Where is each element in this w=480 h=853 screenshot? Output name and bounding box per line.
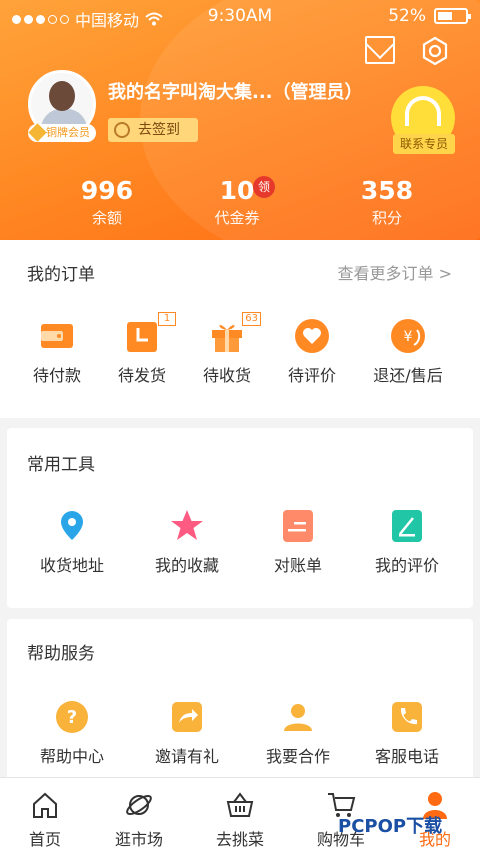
profile-header: 中国移动 9:30AM 52% 铜牌会员 我的名字叫淘大集...（管理员） 去签… xyxy=(0,0,480,240)
help-cooperate[interactable]: 我要合作 xyxy=(253,699,343,767)
svg-text:¥: ¥ xyxy=(404,329,413,345)
gift-icon: 63 xyxy=(209,312,261,354)
tools-title: 常用工具 xyxy=(27,455,95,475)
shipment-count-badge: 1 xyxy=(158,312,176,326)
wallet-icon xyxy=(39,318,75,354)
help-card: 帮助服务 ? 帮助中心 邀请有礼 我要合作 客服电话 xyxy=(7,619,473,789)
planet-icon xyxy=(124,790,154,820)
order-pending-review[interactable]: 待评价 xyxy=(267,318,357,386)
star-icon xyxy=(169,508,205,544)
check-icon xyxy=(114,122,130,138)
checkin-button[interactable]: 去签到 xyxy=(108,118,198,142)
refund-icon: ¥ xyxy=(390,318,426,354)
share-icon xyxy=(169,699,205,735)
tool-address[interactable]: 收货地址 xyxy=(27,508,117,576)
order-refund[interactable]: ¥ 退还/售后 xyxy=(363,318,453,386)
orders-section: 我的订单 查看更多订单 > 待付款 1 待发货 63 待收货 待评价 ¥ 退还/… xyxy=(0,240,480,418)
location-pin-icon xyxy=(54,508,90,544)
order-pending-receipt[interactable]: 63 待收货 xyxy=(182,312,272,386)
question-icon: ? xyxy=(54,699,90,735)
tab-home[interactable]: 首页 xyxy=(0,790,90,850)
status-bar: 中国移动 9:30AM 52% xyxy=(0,0,480,34)
order-pending-payment[interactable]: 待付款 xyxy=(12,318,102,386)
tool-my-reviews[interactable]: 我的评价 xyxy=(362,508,452,576)
edit-icon xyxy=(389,508,425,544)
watermark-logo: PCPOP下载 xyxy=(338,816,443,837)
phone-icon xyxy=(389,699,425,735)
svg-text:?: ? xyxy=(67,707,77,728)
clock-icon: 1 xyxy=(124,312,176,354)
view-more-orders-link[interactable]: 查看更多订单 > xyxy=(338,260,453,284)
points-stat[interactable]: 358 积分 xyxy=(347,176,427,228)
tab-pick-vegetables[interactable]: 去挑菜 xyxy=(195,790,285,850)
contact-agent-button[interactable]: 联系专员 xyxy=(393,134,455,154)
settings-icon[interactable] xyxy=(420,36,450,66)
battery-percent: 52% xyxy=(388,6,426,26)
receipt-count-badge: 63 xyxy=(242,312,261,326)
person-icon xyxy=(280,699,316,735)
mail-icon[interactable] xyxy=(365,36,395,64)
member-badge: 铜牌会员 xyxy=(28,123,96,142)
crown-icon xyxy=(28,123,47,142)
battery-icon xyxy=(434,8,471,24)
tab-market[interactable]: 逛市场 xyxy=(94,790,184,850)
tool-favorites[interactable]: 我的收藏 xyxy=(142,508,232,576)
tool-statement[interactable]: 对账单 xyxy=(253,508,343,576)
heart-icon xyxy=(294,318,330,354)
orders-title: 我的订单 xyxy=(27,265,95,285)
statement-icon xyxy=(280,508,316,544)
basket-icon xyxy=(225,790,255,820)
help-title: 帮助服务 xyxy=(27,644,95,664)
balance-stat[interactable]: 996 余额 xyxy=(57,176,157,228)
help-phone[interactable]: 客服电话 xyxy=(362,699,452,767)
order-pending-shipment[interactable]: 1 待发货 xyxy=(97,312,187,386)
home-icon xyxy=(30,790,60,820)
help-invite[interactable]: 邀请有礼 xyxy=(142,699,232,767)
username: 我的名字叫淘大集...（管理员） xyxy=(108,82,363,103)
help-center[interactable]: ? 帮助中心 xyxy=(27,699,117,767)
tools-card: 常用工具 收货地址 我的收藏 对账单 我的评价 xyxy=(7,428,473,608)
claim-badge[interactable]: 领 xyxy=(253,176,275,198)
